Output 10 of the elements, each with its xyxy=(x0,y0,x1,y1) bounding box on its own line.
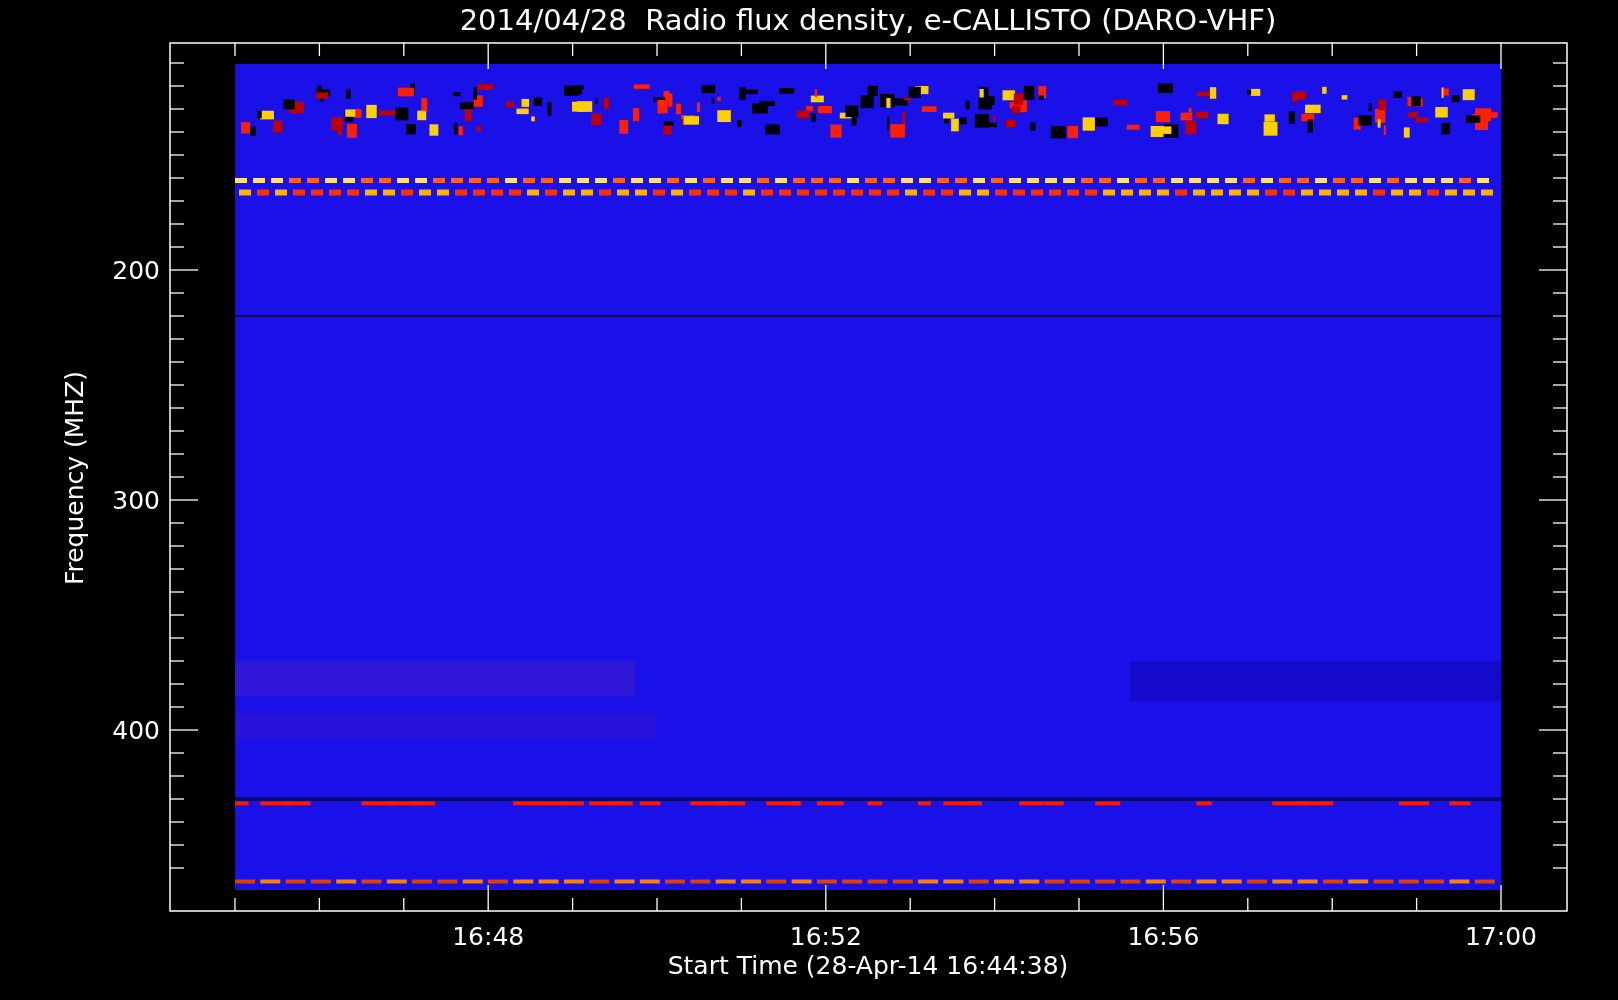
x-axis-label: Start Time (28-Apr-14 16:44:38) xyxy=(667,951,1069,980)
x-tick-label: 16:48 xyxy=(452,922,525,951)
y-tick-label: 200 xyxy=(112,256,160,285)
y-tick-label: 300 xyxy=(112,486,160,515)
x-tick-label: 16:56 xyxy=(1127,922,1200,951)
y-tick-label: 400 xyxy=(112,716,160,745)
y-axis-label: Frequency (MHZ) xyxy=(60,370,89,586)
x-tick-label: 16:52 xyxy=(789,922,862,951)
x-tick-label: 17:00 xyxy=(1465,922,1537,951)
chart-title: 2014/04/28 Radio flux density, e-CALLISTO (DARO-VHF) xyxy=(459,3,1277,37)
